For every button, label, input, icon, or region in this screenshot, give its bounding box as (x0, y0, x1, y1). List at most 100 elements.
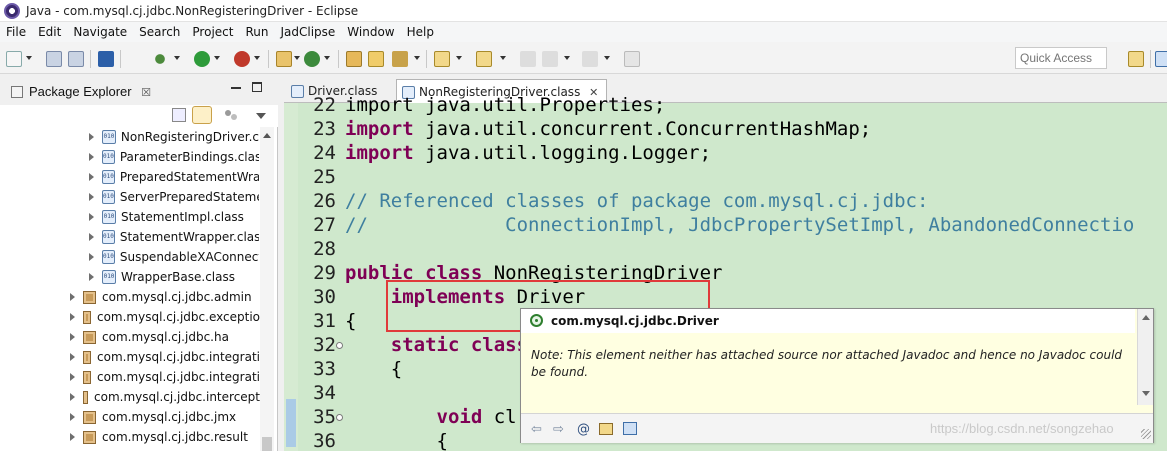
menu-edit[interactable]: Edit (32, 25, 67, 39)
class-file-icon: 010 (102, 150, 115, 164)
expand-arrow-icon[interactable] (89, 233, 94, 241)
pin-editor-icon[interactable] (624, 51, 640, 67)
expand-arrow-icon[interactable] (89, 173, 94, 181)
menu-run[interactable]: Run (239, 25, 274, 39)
tree-item-class[interactable]: 010 NonRegisteringDriver.c (89, 127, 259, 147)
tree-item-package[interactable]: com.mysql.cj.jdbc.intercept (70, 387, 260, 407)
view-menu-icon[interactable] (256, 113, 266, 119)
tree-item-package[interactable]: com.mysql.cj.jdbc.jmx (70, 407, 260, 427)
resize-grip-icon[interactable] (1141, 429, 1151, 439)
menu-jadclipse[interactable]: JadClipse (274, 25, 341, 39)
new-dropdown-icon[interactable] (26, 56, 32, 60)
forward-dropdown-icon[interactable] (604, 56, 610, 60)
back-dropdown-icon[interactable] (564, 56, 570, 60)
expand-arrow-icon[interactable] (89, 193, 94, 201)
scroll-up-icon[interactable] (1142, 315, 1150, 320)
tree-item-class[interactable]: 010 SuspendableXAConnect (89, 247, 259, 267)
package-explorer-scrollbar[interactable] (260, 127, 274, 451)
menu-search[interactable]: Search (133, 25, 186, 39)
external-tools-icon[interactable] (234, 51, 250, 67)
open-perspective-icon[interactable] (1128, 51, 1144, 67)
show-in-javadoc-view-icon[interactable] (623, 422, 637, 435)
save-all-icon[interactable] (68, 51, 84, 67)
new-icon[interactable] (6, 51, 22, 67)
back-icon[interactable] (542, 51, 558, 67)
expand-arrow-icon[interactable] (70, 433, 75, 441)
expand-arrow-icon[interactable] (89, 153, 94, 161)
tree-item-package[interactable]: com.mysql.cj.jdbc.integrati (70, 347, 260, 367)
menu-file[interactable]: File (0, 25, 32, 39)
new-class-icon[interactable] (304, 51, 320, 67)
scroll-down-icon[interactable] (1142, 391, 1150, 396)
expand-arrow-icon[interactable] (89, 133, 94, 141)
tree-item-package[interactable]: com.mysql.cj.jdbc.integrati (70, 367, 260, 387)
external-tools-dropdown-icon[interactable] (254, 56, 260, 60)
search-dropdown-icon[interactable] (414, 56, 420, 60)
expand-arrow-icon[interactable] (70, 393, 75, 401)
tree-item-package[interactable]: com.mysql.cj.jdbc.admin (70, 287, 260, 307)
hover-scrollbar[interactable] (1137, 309, 1153, 405)
menu-window[interactable]: Window (341, 25, 400, 39)
tree-item-class[interactable]: 010 StatementWrapper.clas (89, 227, 259, 247)
line-number: 32 (313, 334, 336, 356)
open-folder-icon[interactable] (368, 51, 384, 67)
link-with-editor-icon[interactable] (192, 106, 212, 124)
maximize-icon[interactable] (252, 82, 262, 92)
last-edit-location-icon[interactable] (520, 51, 536, 67)
tree-item-class[interactable]: 010 ServerPreparedStateme (89, 187, 259, 207)
minimize-icon[interactable] (231, 87, 241, 89)
new-java-project-icon[interactable] (276, 51, 292, 67)
package-icon (83, 430, 96, 444)
scrollbar-thumb[interactable] (262, 437, 272, 451)
debug-dropdown-icon[interactable] (174, 56, 180, 60)
close-icon[interactable]: ☒ (141, 87, 151, 99)
expand-arrow-icon[interactable] (70, 313, 75, 321)
open-type-icon[interactable] (346, 51, 362, 67)
tree-item-package[interactable]: com.mysql.cj.jdbc.exceptio (70, 307, 260, 327)
menu-navigate[interactable]: Navigate (67, 25, 133, 39)
open-attached-javadoc-icon[interactable]: @ (577, 422, 590, 437)
expand-arrow-icon[interactable] (70, 373, 75, 381)
scroll-up-icon[interactable] (263, 133, 271, 138)
focus-on-active-task-icon[interactable] (224, 109, 238, 121)
tree-item-class[interactable]: 010 ParameterBindings.clas (89, 147, 259, 167)
forward-icon[interactable]: ⇨ (553, 422, 564, 437)
expand-arrow-icon[interactable] (89, 253, 94, 261)
new-java-project-dropdown-icon[interactable] (294, 56, 300, 60)
fold-toggle-icon[interactable] (336, 342, 343, 349)
quick-access-input[interactable] (1015, 47, 1107, 69)
next-annotation-icon[interactable] (434, 51, 450, 67)
menu-project[interactable]: Project (186, 25, 239, 39)
tree-item-class[interactable]: 010 StatementImpl.class (89, 207, 259, 227)
class-file-icon: 010 (102, 230, 115, 244)
code-keyword: void (436, 406, 483, 428)
package-explorer-tab[interactable]: Package Explorer ☒ (3, 80, 157, 104)
run-icon[interactable] (194, 51, 210, 67)
tree-item-class[interactable]: 010 WrapperBase.class (89, 267, 259, 287)
expand-arrow-icon[interactable] (70, 353, 75, 361)
expand-arrow-icon[interactable] (89, 213, 94, 221)
save-icon[interactable] (46, 51, 62, 67)
tree-item-package[interactable]: com.mysql.cj.jdbc.ha (70, 327, 260, 347)
expand-arrow-icon[interactable] (70, 293, 75, 301)
tree-item-class[interactable]: 010 PreparedStatementWra (89, 167, 259, 187)
menu-help[interactable]: Help (401, 25, 440, 39)
back-icon[interactable]: ⇦ (531, 422, 542, 437)
previous-annotation-dropdown-icon[interactable] (500, 56, 506, 60)
debug-icon[interactable] (152, 51, 168, 67)
expand-arrow-icon[interactable] (89, 273, 94, 281)
collapse-all-icon[interactable] (172, 108, 186, 122)
new-class-dropdown-icon[interactable] (324, 56, 330, 60)
expand-arrow-icon[interactable] (70, 413, 75, 421)
run-dropdown-icon[interactable] (214, 56, 220, 60)
expand-arrow-icon[interactable] (70, 333, 75, 341)
next-annotation-dropdown-icon[interactable] (456, 56, 462, 60)
forward-icon[interactable] (582, 51, 598, 67)
previous-annotation-icon[interactable] (476, 51, 492, 67)
open-declaration-icon[interactable] (599, 423, 613, 435)
terminal-icon[interactable] (98, 51, 114, 67)
search-icon[interactable] (392, 51, 408, 67)
tree-item-package[interactable]: com.mysql.cj.jdbc.result (70, 427, 260, 447)
fold-toggle-icon[interactable] (336, 414, 343, 421)
java-perspective-icon[interactable] (1155, 51, 1167, 67)
